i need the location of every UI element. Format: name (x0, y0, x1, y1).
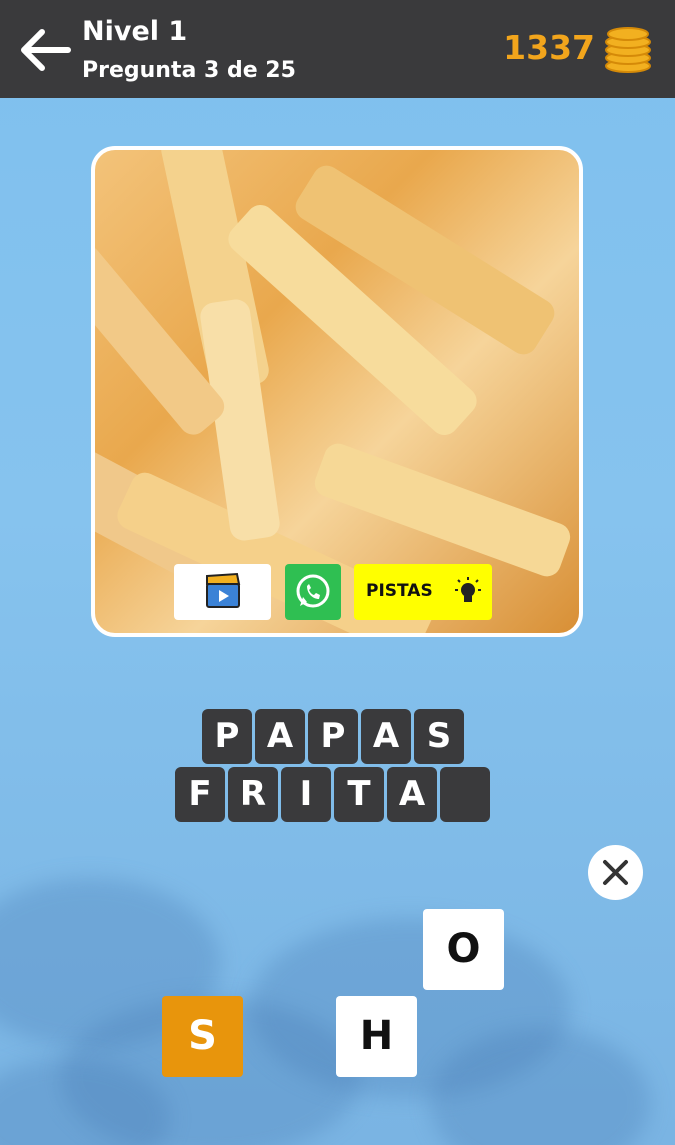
coin-stack-icon (605, 27, 651, 73)
answer-tile[interactable]: R (228, 767, 278, 822)
close-icon (603, 860, 628, 885)
letter-option-selected[interactable]: S (162, 996, 243, 1077)
answer-tile[interactable]: A (255, 709, 305, 764)
video-clapper-icon (206, 572, 241, 608)
coin-balance: 1337 (503, 28, 595, 67)
watch-video-button[interactable] (174, 564, 271, 620)
lightbulb-icon (455, 577, 481, 602)
hints-button[interactable]: PISTAS (354, 564, 492, 620)
answer-tile[interactable]: S (414, 709, 464, 764)
answer-tile[interactable]: I (281, 767, 331, 822)
whatsapp-icon (296, 574, 330, 608)
back-button[interactable] (18, 26, 72, 74)
top-bar: Nivel 1 Pregunta 3 de 25 1337 (0, 0, 675, 98)
answer-tile[interactable]: A (361, 709, 411, 764)
answer-tile[interactable]: A (387, 767, 437, 822)
answer-tile[interactable]: P (202, 709, 252, 764)
answer-tile[interactable]: F (175, 767, 225, 822)
hints-label: PISTAS (366, 581, 433, 601)
level-title: Nivel 1 (82, 16, 188, 47)
letter-option[interactable]: O (423, 909, 504, 990)
letter-option[interactable]: H (336, 996, 417, 1077)
clear-answer-button[interactable] (588, 845, 643, 900)
back-arrow-icon (21, 29, 71, 71)
answer-tile[interactable]: P (308, 709, 358, 764)
question-counter: Pregunta 3 de 25 (82, 58, 296, 83)
answer-tile-empty[interactable] (440, 767, 490, 822)
whatsapp-share-button[interactable] (285, 564, 341, 620)
answer-tile[interactable]: T (334, 767, 384, 822)
